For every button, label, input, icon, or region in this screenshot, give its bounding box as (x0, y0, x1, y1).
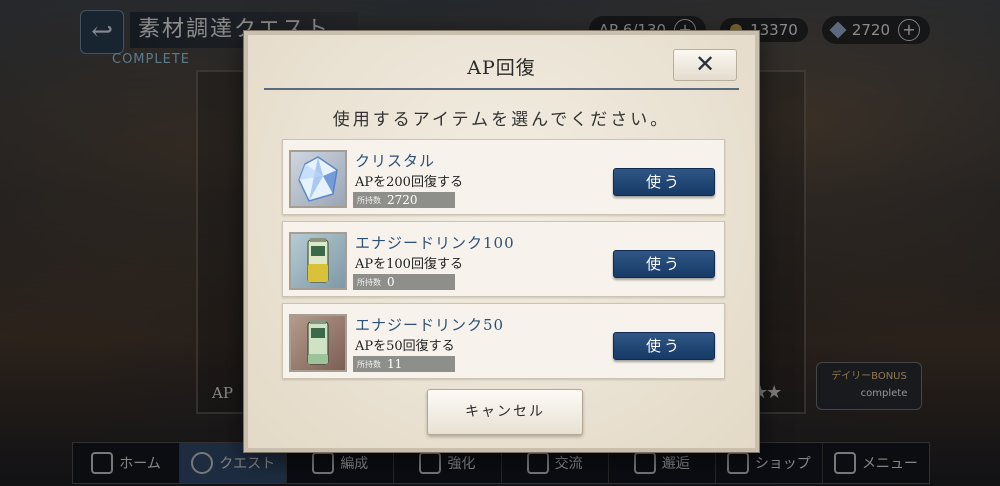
item-description: APを50回復する (355, 339, 455, 354)
owned-value: 2720 (387, 193, 418, 207)
item-description: APを200回復する (355, 175, 463, 190)
item-name: クリスタル (355, 152, 436, 170)
item-description: APを100回復する (355, 257, 463, 272)
title-divider (264, 88, 739, 90)
owned-value: 0 (387, 275, 395, 289)
ap-recovery-dialog: AP回復 ✕ 使用するアイテムを選んでください。 クリスタル APを200回復す… (244, 31, 759, 452)
owned-label: 所持数 (357, 359, 381, 369)
item-name: エナジードリンク50 (355, 316, 505, 334)
use-energy-drink-50-button[interactable]: 使う (613, 332, 715, 360)
cancel-button[interactable]: キャンセル (427, 389, 583, 435)
energy-drink-100-icon (289, 232, 347, 290)
owned-label: 所持数 (357, 277, 381, 287)
list-item: クリスタル APを200回復する 所持数 2720 使う (282, 139, 725, 215)
crystal-icon (289, 150, 347, 208)
close-button[interactable]: ✕ (673, 49, 737, 81)
energy-drink-50-icon (289, 314, 347, 372)
dialog-prompt: 使用するアイテムを選んでください。 (332, 110, 671, 130)
list-item: エナジードリンク100 APを100回復する 所持数 0 使う (282, 221, 725, 297)
item-name: エナジードリンク100 (355, 234, 515, 252)
owned-label: 所持数 (357, 195, 381, 205)
owned-value: 11 (387, 357, 403, 371)
owned-count: 所持数 2720 (353, 192, 455, 208)
owned-count: 所持数 11 (353, 356, 455, 372)
use-energy-drink-100-button[interactable]: 使う (613, 250, 715, 278)
list-item: エナジードリンク50 APを50回復する 所持数 11 使う (282, 303, 725, 379)
use-crystal-button[interactable]: 使う (613, 168, 715, 196)
owned-count: 所持数 0 (353, 274, 455, 290)
item-list: クリスタル APを200回復する 所持数 2720 使う エナジードリンク100… (282, 139, 725, 385)
